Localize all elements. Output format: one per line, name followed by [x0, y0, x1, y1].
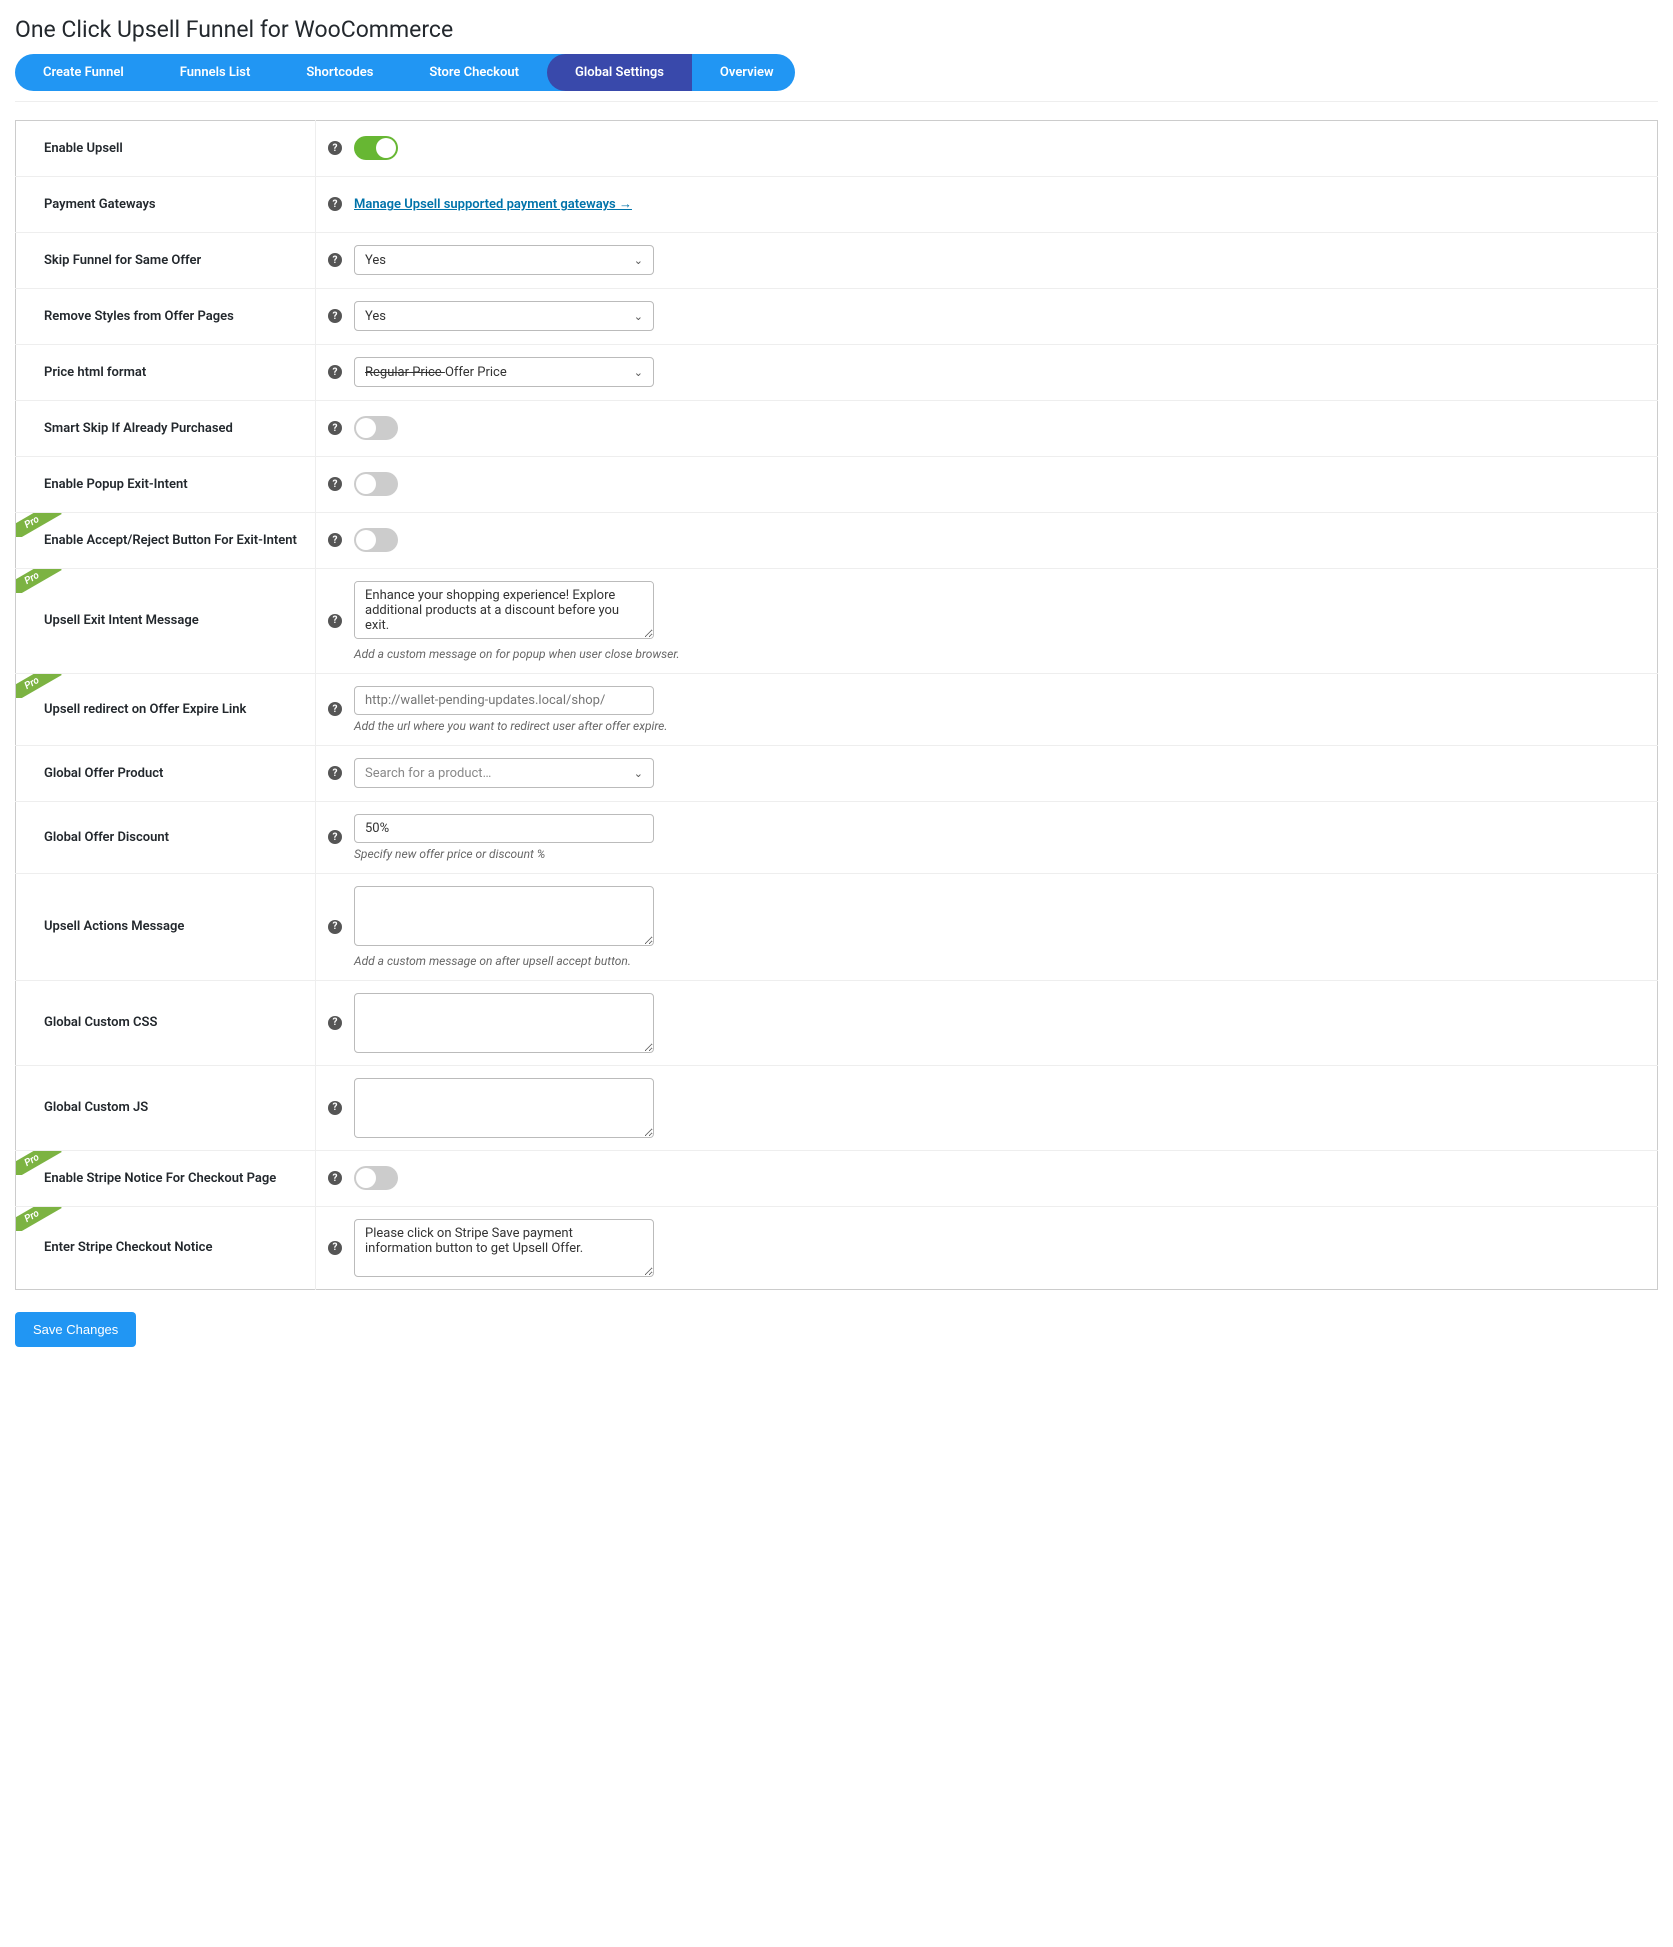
- help-icon[interactable]: ?: [328, 1016, 342, 1030]
- tab-funnels-list[interactable]: Funnels List: [152, 54, 279, 91]
- helper-text: Add a custom message on for popup when u…: [354, 647, 680, 661]
- toggle-enable-popup[interactable]: [354, 472, 398, 496]
- help-icon[interactable]: ?: [328, 533, 342, 547]
- help-icon[interactable]: ?: [328, 1241, 342, 1255]
- row-label-redirect-expire: Pro Upsell redirect on Offer Expire Link: [16, 673, 316, 745]
- help-icon[interactable]: ?: [328, 365, 342, 379]
- row-label-remove-styles: Remove Styles from Offer Pages: [16, 288, 316, 344]
- page-title: One Click Upsell Funnel for WooCommerce: [15, 15, 1658, 54]
- manage-gateways-link[interactable]: Manage Upsell supported payment gateways…: [354, 196, 632, 212]
- row-label-exit-intent-msg: Pro Upsell Exit Intent Message: [16, 568, 316, 673]
- input-redirect-expire[interactable]: [354, 686, 654, 715]
- help-icon[interactable]: ?: [328, 702, 342, 716]
- row-label-payment-gateways: Payment Gateways: [16, 176, 316, 232]
- row-label-price-format: Price html format: [16, 344, 316, 400]
- toggle-accept-reject[interactable]: [354, 528, 398, 552]
- row-label-enable-stripe-notice: Pro Enable Stripe Notice For Checkout Pa…: [16, 1150, 316, 1206]
- toggle-enable-stripe-notice[interactable]: [354, 1166, 398, 1190]
- help-icon[interactable]: ?: [328, 253, 342, 267]
- row-label-smart-skip: Smart Skip If Already Purchased: [16, 400, 316, 456]
- textarea-upsell-actions-msg[interactable]: [354, 886, 654, 946]
- help-icon[interactable]: ?: [328, 766, 342, 780]
- tab-shortcodes[interactable]: Shortcodes: [278, 54, 401, 91]
- select-value: Yes: [365, 309, 386, 324]
- textarea-global-css[interactable]: [354, 993, 654, 1053]
- pro-badge: Pro: [16, 1207, 62, 1231]
- helper-text: Add a custom message on after upsell acc…: [354, 954, 654, 968]
- tabs-bar: Create Funnel Funnels List Shortcodes St…: [15, 54, 795, 91]
- row-label-enable-popup: Enable Popup Exit-Intent: [16, 456, 316, 512]
- toggle-enable-upsell[interactable]: [354, 136, 398, 160]
- chevron-down-icon: ⌄: [634, 310, 643, 323]
- select-value: Regular Price Offer Price: [365, 365, 507, 380]
- help-icon[interactable]: ?: [328, 309, 342, 323]
- help-icon[interactable]: ?: [328, 197, 342, 211]
- pro-badge: Pro: [16, 674, 62, 698]
- row-label-global-offer-discount: Global Offer Discount: [16, 801, 316, 873]
- tab-store-checkout[interactable]: Store Checkout: [401, 54, 547, 91]
- help-icon[interactable]: ?: [328, 830, 342, 844]
- tab-overview[interactable]: Overview: [692, 54, 795, 91]
- tab-global-settings[interactable]: Global Settings: [547, 54, 692, 91]
- helper-text: Specify new offer price or discount %: [354, 847, 654, 861]
- help-icon[interactable]: ?: [328, 421, 342, 435]
- help-icon[interactable]: ?: [328, 920, 342, 934]
- toggle-smart-skip[interactable]: [354, 416, 398, 440]
- row-label-stripe-checkout-notice: Pro Enter Stripe Checkout Notice: [16, 1206, 316, 1289]
- help-icon[interactable]: ?: [328, 1171, 342, 1185]
- help-icon[interactable]: ?: [328, 614, 342, 628]
- tab-create-funnel[interactable]: Create Funnel: [15, 54, 152, 91]
- select-price-format[interactable]: Regular Price Offer Price ⌄: [354, 357, 654, 387]
- row-label-global-offer-product: Global Offer Product: [16, 745, 316, 801]
- chevron-down-icon: ⌄: [634, 366, 643, 379]
- row-label-skip-funnel: Skip Funnel for Same Offer: [16, 232, 316, 288]
- chevron-down-icon: ⌄: [634, 254, 643, 267]
- chevron-down-icon: ⌄: [634, 767, 643, 780]
- input-global-offer-discount[interactable]: [354, 814, 654, 843]
- help-icon[interactable]: ?: [328, 477, 342, 491]
- save-button[interactable]: Save Changes: [15, 1312, 136, 1347]
- help-icon[interactable]: ?: [328, 1101, 342, 1115]
- row-label-enable-upsell: Enable Upsell: [16, 120, 316, 176]
- row-label-upsell-actions-msg: Upsell Actions Message: [16, 873, 316, 980]
- textarea-stripe-checkout-notice[interactable]: [354, 1219, 654, 1277]
- select-skip-funnel[interactable]: Yes ⌄: [354, 245, 654, 275]
- select-placeholder: Search for a product…: [365, 766, 491, 781]
- textarea-exit-intent-msg[interactable]: [354, 581, 654, 639]
- pro-badge: Pro: [16, 569, 62, 593]
- textarea-global-js[interactable]: [354, 1078, 654, 1138]
- settings-table: Enable Upsell ? Payment Gateways ? Manag…: [15, 120, 1658, 1290]
- row-label-global-css: Global Custom CSS: [16, 980, 316, 1065]
- select-remove-styles[interactable]: Yes ⌄: [354, 301, 654, 331]
- select-value: Yes: [365, 253, 386, 268]
- select-global-offer-product[interactable]: Search for a product… ⌄: [354, 758, 654, 788]
- row-label-accept-reject: Pro Enable Accept/Reject Button For Exit…: [16, 512, 316, 568]
- help-icon[interactable]: ?: [328, 141, 342, 155]
- helper-text: Add the url where you want to redirect u…: [354, 719, 667, 733]
- row-label-global-js: Global Custom JS: [16, 1065, 316, 1150]
